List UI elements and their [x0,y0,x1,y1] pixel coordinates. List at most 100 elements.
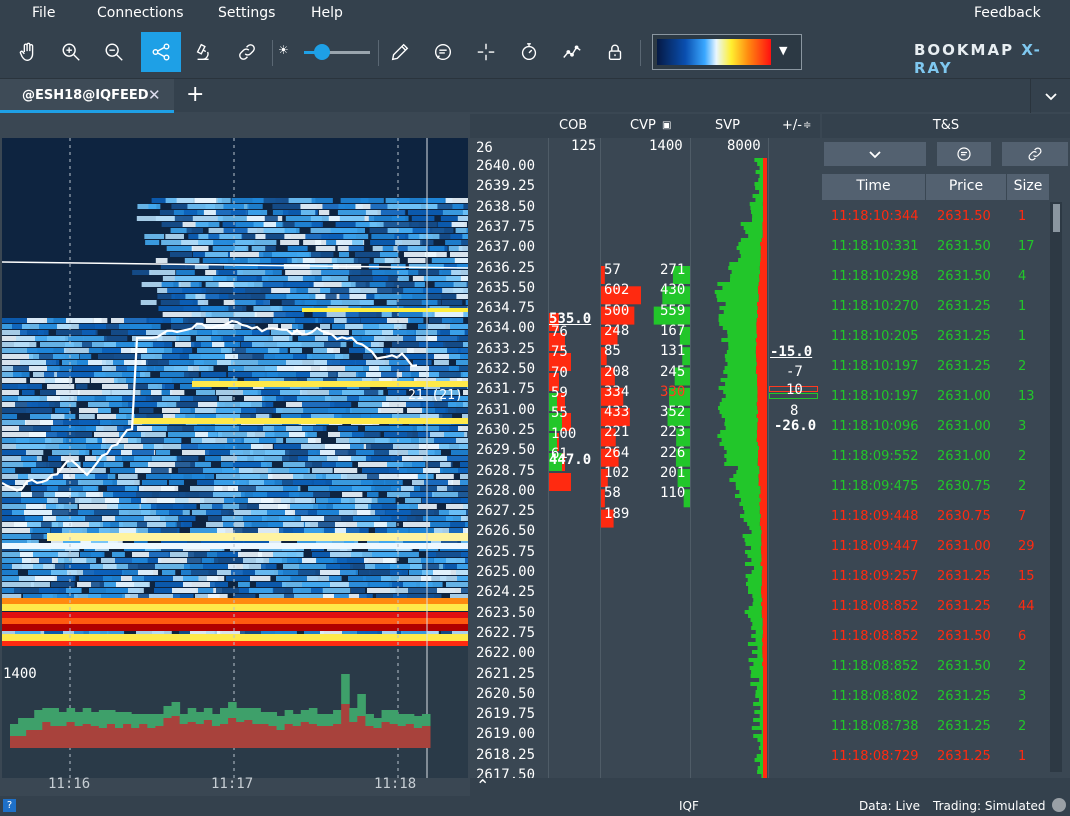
menu-file[interactable]: File [32,5,55,21]
ts-row[interactable]: 11:18:09:257 2631.25 15 [822,561,1048,591]
chevron-down-icon: ▼ [779,44,788,57]
ts-row[interactable]: 11:18:10:298 2631.50 4 [822,261,1048,291]
ladder-bottom-bar: ⌃ [470,776,1070,796]
zoom-in-button[interactable] [51,32,91,72]
ts-size: 6 [1018,629,1027,644]
cvp-header[interactable]: CVP [630,118,656,133]
ts-row[interactable]: 11:18:10:197 2631.25 2 [822,351,1048,381]
ts-size: 1 [1018,209,1027,224]
cvp-buy-value: 559 [660,302,686,319]
price-level: 2627.25 [476,503,536,520]
close-icon[interactable]: ✕ [148,86,161,104]
share-nodes-button[interactable] [141,32,181,72]
menu-connections[interactable]: Connections [97,5,184,21]
calendar-icon[interactable]: ▣ [662,120,671,131]
cob-value: 59 [551,384,568,401]
price-level: 2634.00 [476,320,536,337]
brightness-slider-handle[interactable] [314,44,330,60]
ts-chat-button[interactable] [937,142,991,166]
filter-icon[interactable]: ≑ [803,120,811,131]
tab-esh18[interactable]: @ESH18@IQFEED ✕ [0,79,174,113]
stopwatch-icon [521,43,537,61]
ts-size: 15 [1018,569,1035,584]
chart-line-button[interactable] [552,32,592,72]
ts-row[interactable]: 11:18:10:197 2631.00 13 [822,381,1048,411]
ts-row[interactable]: 11:18:10:344 2631.50 1 [822,201,1048,231]
ts-time: 11:18:10:331 [831,239,919,254]
ts-row[interactable]: 11:18:08:852 2631.50 2 [822,651,1048,681]
price-level: 2624.25 [476,584,536,601]
cvp-sell-value: 602 [604,282,630,299]
logo-text: BOOKMAP [914,41,1015,59]
ts-row[interactable]: 11:18:10:331 2631.50 17 [822,231,1048,261]
add-tab-button[interactable]: + [186,82,204,107]
svp-header[interactable]: SVP [715,118,740,133]
ts-header-time[interactable]: Time [822,174,925,200]
stopwatch-button[interactable] [509,32,549,72]
plus-minus-column [768,138,820,778]
lock-button[interactable] [595,32,635,72]
cvp-sell-value: 264 [604,444,630,461]
ts-row[interactable]: 11:18:08:729 2631.25 1 [822,741,1048,771]
ts-time: 11:18:09:552 [831,449,919,464]
cvp-buy-value: 245 [660,363,686,380]
ts-row[interactable]: 11:18:10:270 2631.25 1 [822,291,1048,321]
help-icon[interactable]: ? [3,799,16,812]
cob-header[interactable]: COB [559,118,587,133]
ts-time: 11:18:10:096 [831,419,919,434]
crosshair-button[interactable] [466,32,506,72]
chat-button[interactable] [423,32,463,72]
cob-value: 70 [551,364,568,381]
collapse-toolbar-button[interactable] [1030,79,1070,113]
pencil-button[interactable] [380,32,420,72]
ts-price: 2631.25 [937,719,991,734]
cob-value: 55 [551,405,568,422]
heatmap-chart[interactable] [2,138,468,778]
time-tick-3: 11:18 [374,776,417,792]
bookmap-logo: BOOKMAP X-RAY [914,41,1070,77]
ts-row[interactable]: 11:18:09:447 2631.00 29 [822,531,1048,561]
price-level: 2633.25 [476,340,536,357]
ts-title: T&S [822,114,1070,138]
ts-row[interactable]: 11:18:09:552 2631.00 2 [822,441,1048,471]
ts-scrollbar[interactable] [1050,202,1062,772]
ts-time: 11:18:10:197 [831,389,919,404]
plus-minus-header[interactable]: +/- [782,118,802,133]
ts-link-button[interactable] [1002,142,1068,166]
pm-value-4: 8 [790,403,799,419]
price-level: 2637.00 [476,239,536,256]
microscope-icon [196,43,209,61]
ts-price: 2631.00 [937,419,991,434]
ts-row[interactable]: 11:18:08:802 2631.25 3 [822,681,1048,711]
price-level: 2618.25 [476,746,536,763]
link-button[interactable] [227,32,267,72]
microscope-button[interactable] [184,32,224,72]
menu-settings[interactable]: Settings [218,5,275,21]
ts-header-price[interactable]: Price [926,174,1006,200]
ts-header-size[interactable]: Size [1007,174,1049,200]
ts-row[interactable]: 11:18:08:852 2631.25 44 [822,591,1048,621]
ts-row[interactable]: 11:18:10:205 2631.25 1 [822,321,1048,351]
ts-row[interactable]: 11:18:08:852 2631.50 6 [822,621,1048,651]
chevron-up-icon[interactable]: ⌃ [476,776,489,795]
hand-tool-button[interactable] [8,32,48,72]
ts-price: 2631.00 [937,539,991,554]
feedback-link[interactable]: Feedback [974,5,1041,21]
menu-help[interactable]: Help [311,5,343,21]
cvp-buy-value: 131 [660,343,686,360]
ts-scrollbar-thumb[interactable] [1053,204,1060,232]
ts-expand-button[interactable] [824,142,926,166]
price-level: 2631.00 [476,401,536,418]
ts-row[interactable]: 11:18:08:738 2631.25 2 [822,711,1048,741]
ts-row[interactable]: 11:18:09:475 2630.75 2 [822,471,1048,501]
ts-size: 7 [1018,509,1027,524]
ts-price: 2630.75 [937,509,991,524]
ts-time: 11:18:08:802 [831,689,919,704]
heatmap-palette-select[interactable]: ▼ [652,34,802,70]
ts-size: 2 [1018,719,1027,734]
price-level: 2639.25 [476,178,536,195]
zoom-out-button[interactable] [94,32,134,72]
ts-row[interactable]: 11:18:09:448 2630.75 7 [822,501,1048,531]
ts-row[interactable]: 11:18:10:096 2631.00 3 [822,411,1048,441]
cvp-buy-value: 226 [660,444,686,461]
